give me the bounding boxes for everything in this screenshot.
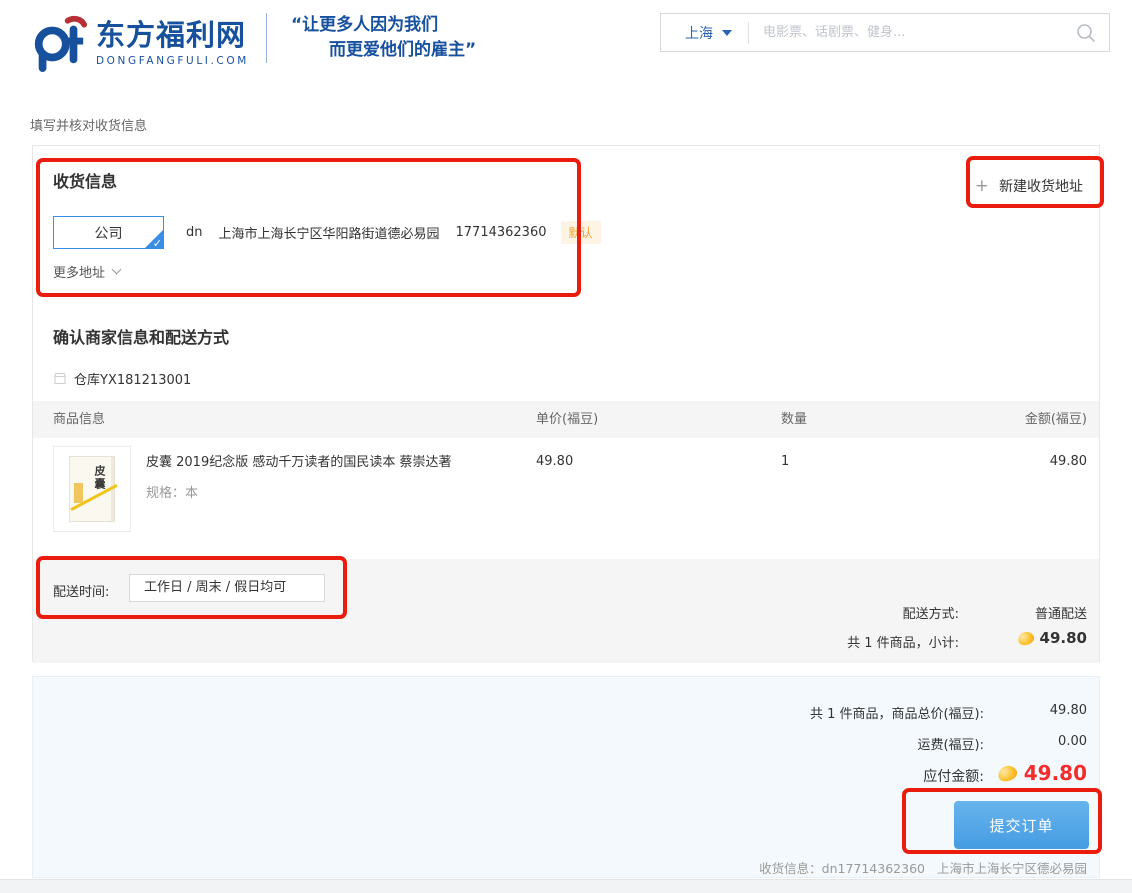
column-header-unit-price: 单价(福豆)	[536, 401, 781, 438]
product-thumbnail[interactable]: 皮囊	[53, 446, 131, 532]
address-tag-company-button[interactable]: 公司 ✓	[53, 216, 164, 249]
caret-down-icon	[722, 30, 732, 36]
new-address-button[interactable]: + 新建收货地址	[975, 176, 1083, 196]
footer-info-label: 收货信息：	[759, 861, 822, 876]
amount-value: 49.80	[951, 438, 1087, 559]
check-icon: ✓	[153, 237, 162, 249]
table-row: 皮囊 皮囊 2019纪念版 感动千万读者的国民读本 蔡崇达著 规格：本 49.8…	[33, 438, 1099, 559]
more-addresses-label: 更多地址	[53, 262, 105, 281]
column-header-amount: 金额(福豆)	[951, 401, 1087, 438]
more-addresses-link[interactable]: 更多地址	[53, 262, 120, 281]
header-divider	[266, 13, 267, 63]
total-price-value: 49.80	[1050, 703, 1087, 718]
default-badge: 默认	[561, 221, 601, 244]
shipping-fee-label: 运费(福豆):	[917, 734, 984, 753]
bean-currency-icon	[996, 763, 1019, 783]
product-cell: 皮囊 皮囊 2019纪念版 感动千万读者的国民读本 蔡崇达著 规格：本	[53, 438, 536, 559]
merchant-section-title: 确认商家信息和配送方式	[53, 324, 229, 348]
subtotal-value-wrap: 49.80	[1018, 629, 1087, 647]
quantity-value: 1	[781, 438, 951, 559]
phone-number: 17714362360	[456, 225, 547, 240]
shipping-fee-value: 0.00	[1058, 734, 1087, 749]
page-footer-strip	[0, 879, 1132, 893]
order-summary-panel: 共 1 件商品，商品总价(福豆): 49.80 运费(福豆): 0.00 应付金…	[32, 676, 1100, 878]
book-cover: 皮囊	[69, 456, 115, 522]
product-spec: 规格：本	[146, 482, 451, 501]
shop-icon	[53, 372, 67, 385]
product-title[interactable]: 皮囊 2019纪念版 感动千万读者的国民读本 蔡崇达著	[146, 454, 451, 471]
new-address-label: 新建收货地址	[999, 176, 1083, 196]
search-icon[interactable]	[1075, 22, 1097, 44]
recipient-name: dn	[186, 225, 203, 240]
delivery-options-block: 配送时间: 工作日 / 周末 / 假日均可 配送方式: 普通配送 共 1 件商品…	[33, 559, 1099, 663]
search-input[interactable]	[749, 25, 1075, 40]
footer-address: 上海市上海长宁区德必易园	[937, 861, 1087, 876]
shipping-section-title: 收货信息	[53, 168, 117, 192]
payable-amount: 49.80	[1024, 761, 1087, 785]
column-header-product: 商品信息	[53, 401, 536, 438]
address-row: 公司 ✓ dn 上海市上海长宁区华阳路街道德必易园 17714362360 默认	[53, 216, 601, 249]
warehouse-row: 仓库YX181213001	[53, 369, 191, 388]
product-table-header: 商品信息 单价(福豆) 数量 金额(福豆)	[33, 401, 1099, 438]
brand-name-en: DONGFANGFULI.COM	[96, 55, 249, 67]
city-selector[interactable]: 上海	[661, 23, 748, 43]
brand-text: 东方福利网 DONGFANGFULI.COM	[96, 14, 249, 67]
product-info: 皮囊 2019纪念版 感动千万读者的国民读本 蔡崇达著 规格：本	[146, 446, 451, 559]
subtotal-value: 49.80	[1040, 629, 1087, 647]
step-title: 填写并核对收货信息	[30, 115, 147, 134]
brand-name-cn: 东方福利网	[96, 18, 249, 52]
bean-currency-icon	[1016, 629, 1035, 646]
city-label: 上海	[685, 23, 713, 43]
chevron-down-icon	[112, 265, 122, 275]
brand-qf-icon	[30, 14, 88, 72]
total-price-label: 共 1 件商品，商品总价(福豆):	[810, 703, 984, 722]
delivery-time-label: 配送时间:	[53, 581, 109, 600]
site-logo[interactable]: 东方福利网 DONGFANGFULI.COM	[30, 14, 249, 72]
warehouse-label: 仓库YX181213001	[74, 369, 191, 388]
payable-label: 应付金额:	[923, 766, 984, 786]
footer-contact: dn17714362360	[822, 861, 925, 876]
checkout-page: 东方福利网 DONGFANGFULI.COM “让更多人因为我们 而更爱他们的雇…	[0, 0, 1132, 893]
order-card: 收货信息 + 新建收货地址 公司 ✓ dn 上海市上海长宁区华阳路街道德必易园 …	[32, 145, 1100, 662]
delivery-method-value: 普通配送	[1035, 603, 1087, 622]
payable-value-wrap: 49.80	[998, 761, 1087, 785]
site-header: 东方福利网 DONGFANGFULI.COM “让更多人因为我们 而更爱他们的雇…	[0, 0, 1132, 90]
address-tag-label: 公司	[95, 223, 123, 243]
slogan-line2: 而更爱他们的雇主”	[291, 38, 476, 63]
submit-order-button[interactable]: 提交订单	[954, 801, 1089, 849]
column-header-quantity: 数量	[781, 401, 951, 438]
footer-shipping-info: 收货信息：dn17714362360 上海市上海长宁区德必易园	[759, 858, 1087, 877]
plus-icon: +	[975, 176, 989, 196]
brand-slogan: “让更多人因为我们 而更爱他们的雇主”	[291, 13, 476, 63]
address-text: 上海市上海长宁区华阳路街道德必易园	[219, 223, 440, 242]
delivery-method-label: 配送方式:	[903, 603, 959, 622]
delivery-time-select[interactable]: 工作日 / 周末 / 假日均可	[129, 574, 325, 602]
search-bar: 上海	[660, 13, 1110, 52]
book-label-decoration	[74, 483, 83, 503]
unit-price-value: 49.80	[536, 438, 781, 559]
slogan-line1: “让更多人因为我们	[291, 13, 476, 38]
subtotal-label: 共 1 件商品，小计:	[847, 632, 959, 651]
book-cover-title: 皮囊	[91, 465, 107, 491]
